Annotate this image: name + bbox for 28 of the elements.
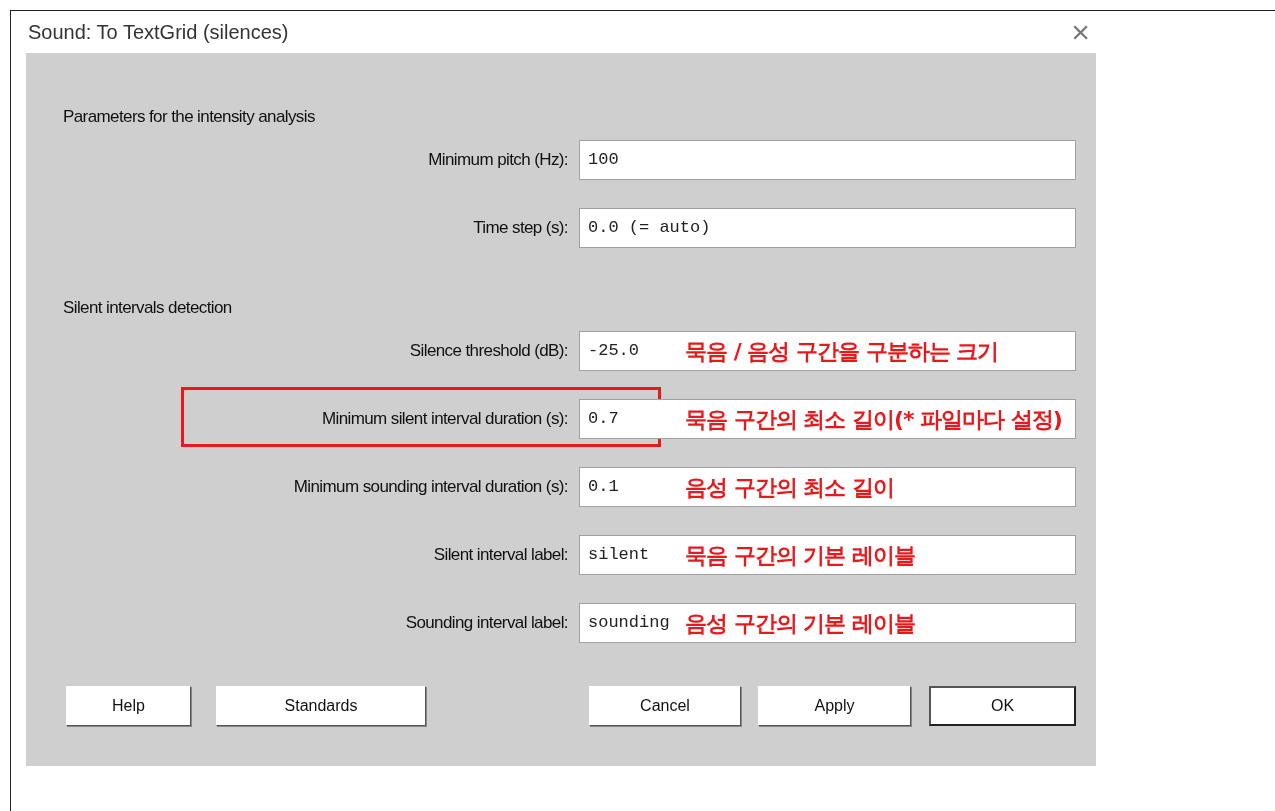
input-field[interactable]: 0.7 묵음 구간의 최소 길이(* 파일마다 설정): [579, 399, 1076, 439]
dialog-button[interactable]: OK: [929, 686, 1076, 726]
input-field[interactable]: -25.0 묵음 / 음성 구간을 구분하는 크기: [579, 331, 1076, 371]
dialog-button[interactable]: Standards: [216, 686, 426, 726]
annotation-text: 음성 구간의 최소 길이: [685, 474, 894, 502]
field-label: Minimum sounding interval duration (s):: [292, 476, 568, 499]
annotation-text: 묵음 구간의 기본 레이블: [685, 542, 915, 570]
input-field[interactable]: 0.1 음성 구간의 최소 길이: [579, 467, 1076, 507]
field-label: Sounding interval label:: [404, 612, 568, 635]
window-title: Sound: To TextGrid (silences): [28, 20, 289, 45]
close-button[interactable]: ×: [1071, 16, 1090, 48]
annotation-text: 묵음 / 음성 구간을 구분하는 크기: [685, 338, 999, 366]
input-field[interactable]: 0.0 (= auto): [579, 208, 1076, 248]
section-heading: Silent intervals detection: [63, 299, 233, 317]
annotation-text: 묵음 구간의 최소 길이(* 파일마다 설정): [685, 406, 1062, 434]
field-label: Time step (s):: [472, 217, 568, 240]
input-field[interactable]: sounding 음성 구간의 기본 레이블: [579, 603, 1076, 643]
field-label: Silent interval label:: [432, 544, 568, 567]
annotation-text: 음성 구간의 기본 레이블: [685, 610, 915, 638]
input-field[interactable]: 100: [579, 140, 1076, 180]
field-label: Minimum silent interval duration (s):: [320, 408, 568, 431]
dialog-button[interactable]: Apply: [758, 686, 911, 726]
dialog-button[interactable]: Help: [66, 686, 191, 726]
field-label: Silence threshold (dB):: [408, 340, 568, 363]
dialog-button[interactable]: Cancel: [589, 686, 741, 726]
section-heading: Parameters for the intensity analysis: [63, 108, 316, 126]
input-field[interactable]: silent 묵음 구간의 기본 레이블: [579, 535, 1076, 575]
field-label: Minimum pitch (Hz):: [427, 149, 568, 172]
